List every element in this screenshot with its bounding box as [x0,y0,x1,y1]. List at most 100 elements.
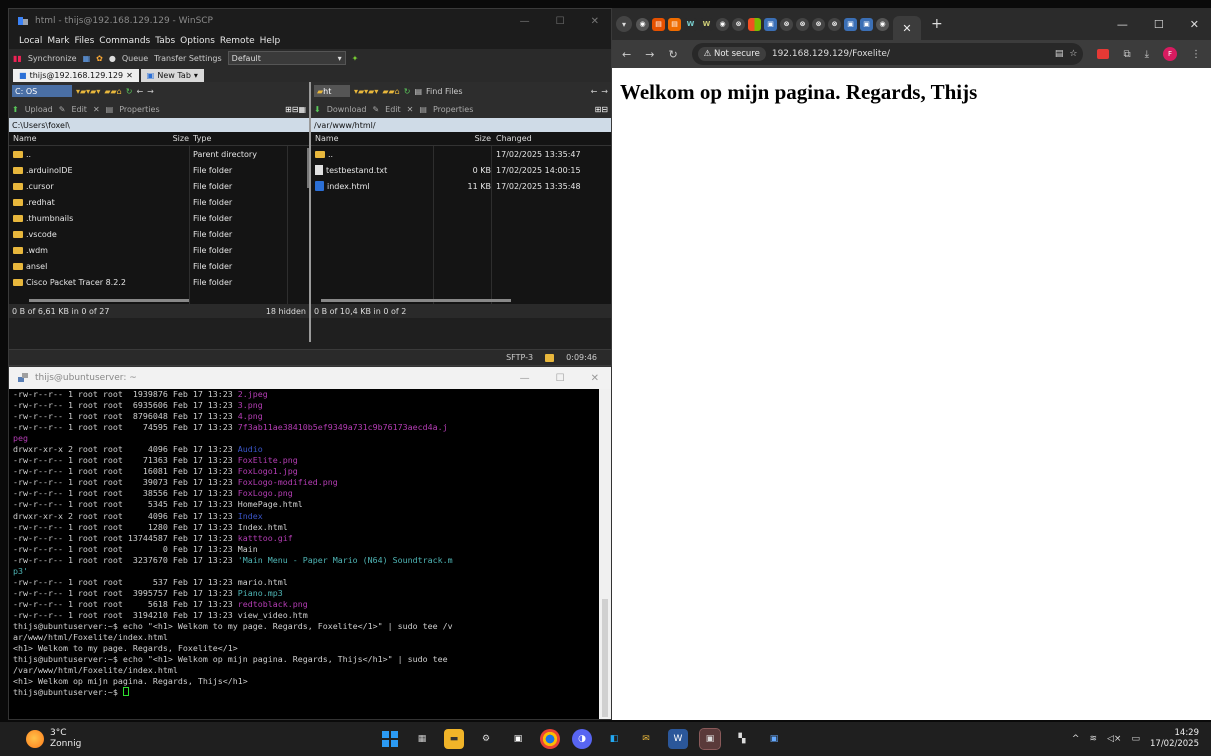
vscode-icon[interactable]: ◧ [604,729,624,749]
transfer-settings-select[interactable]: Default ▾ [227,51,346,65]
globe-tab-icon[interactable]: ⊗ [828,17,841,31]
volume-icon[interactable]: ◁× [1107,734,1121,744]
local-hidden-count[interactable]: 18 hidden [266,307,306,316]
winscp-tab-icon[interactable]: ▣ [844,17,857,31]
delete-icon[interactable]: ✕ [93,105,100,114]
menu-mark[interactable]: Mark [47,36,69,46]
orange-tab-icon[interactable]: ▤ [668,17,681,31]
winscp-extra-icon[interactable]: ▣ [764,729,784,749]
edit-button[interactable]: Edit [385,105,401,114]
table-row[interactable]: .. 17/02/2025 13:35:47 [311,146,611,162]
wordpress-tab-icon[interactable]: W [700,17,713,31]
maximize-icon[interactable]: ☐ [556,16,565,27]
terminal-output[interactable]: -rw-r--r-- 1 root root 1939876 Feb 17 13… [13,389,597,719]
active-tab[interactable]: ✕ [893,16,921,40]
forward-icon[interactable]: → [147,87,154,96]
start-windows-icon[interactable] [380,729,400,749]
file-explorer-icon[interactable]: ▬ [444,729,464,749]
bookmark-star-icon[interactable]: ☆ [1069,49,1077,59]
winscp-tab-icon[interactable]: ▣ [764,17,777,31]
refresh-icon[interactable]: ↻ [404,87,411,96]
menu-options[interactable]: Options [180,36,215,46]
table-row[interactable]: .vscode File folder [9,226,309,242]
globe-tab-icon[interactable]: ⊗ [780,17,793,31]
extensions-puzzle-icon[interactable]: ⧉ [1123,49,1130,60]
new-folder-icon[interactable]: ⊞⊟▦ [285,105,306,114]
translate-icon[interactable]: ▤ [1055,49,1064,59]
chrome-tab-icon[interactable]: ◉ [636,17,649,31]
word-icon[interactable]: W [668,729,688,749]
minimize-icon[interactable]: — [1117,18,1128,31]
table-row[interactable]: testbestand.txt 0 KB 17/02/2025 14:00:15 [311,162,611,178]
close-icon[interactable]: ✕ [591,373,599,384]
weather-widget[interactable]: 3°C Zonnig [0,728,380,750]
lock-icon[interactable] [545,353,555,362]
terminal-scrollbar[interactable] [602,599,608,717]
url-text[interactable]: 192.168.129.129/Foxelite/ [772,49,1049,59]
table-row[interactable]: index.html 11 KB 17/02/2025 13:35:48 [311,178,611,194]
new-tab-button[interactable]: + [925,16,949,32]
preferences-icon[interactable]: ✿ [96,54,103,63]
synchronize-button[interactable]: Synchronize [28,54,77,63]
column-changed[interactable]: Changed [491,134,601,143]
putty-taskbar-icon[interactable]: ▚ [732,729,752,749]
column-size[interactable]: Size [159,134,189,143]
menu-local[interactable]: Local [19,36,42,46]
remote-horizontal-scrollbar[interactable] [321,299,511,302]
delete-icon[interactable]: ✕ [407,105,414,114]
menu-files[interactable]: Files [75,36,95,46]
menu-commands[interactable]: Commands [99,36,150,46]
table-row[interactable]: .thumbnails File folder [9,210,309,226]
column-type[interactable]: Type [189,134,289,143]
back-icon[interactable]: ← [622,48,631,61]
wordpress-tab-icon[interactable]: W [684,17,697,31]
minimize-icon[interactable]: — [520,16,530,27]
reload-icon[interactable]: ↻ [668,48,677,61]
table-row[interactable]: .. Parent directory [9,146,309,162]
local-drive-select[interactable]: C: OS [12,85,72,97]
forward-icon[interactable]: → [601,87,608,96]
chrome-icon[interactable] [540,729,560,749]
winscp-tab-icon[interactable]: ▣ [860,17,873,31]
store-icon[interactable]: ▣ [508,729,528,749]
maximize-icon[interactable]: ☐ [1154,18,1164,31]
close-icon[interactable]: ✕ [1190,18,1199,31]
tab-session[interactable]: ■ thijs@192.168.129.129 ✕ [13,69,139,82]
security-chip[interactable]: ⚠ Not secure [697,47,766,61]
download-button[interactable]: Download [327,105,367,114]
local-horizontal-scrollbar[interactable] [29,299,189,302]
chevron-up-icon[interactable]: ^ [1072,734,1080,744]
close-icon[interactable]: ✕ [126,71,133,80]
globe-tab-icon[interactable]: ⊗ [796,17,809,31]
extension-icon[interactable] [1097,49,1110,59]
back-icon[interactable]: ← [591,87,598,96]
microsoft-tab-icon[interactable] [748,17,761,31]
settings-gear-icon[interactable]: ⚙ [476,729,496,749]
globe-tab-icon[interactable]: ⊗ [812,17,825,31]
close-icon[interactable]: ✕ [902,22,911,35]
forward-icon[interactable]: → [645,48,654,61]
menu-help[interactable]: Help [260,36,281,46]
back-icon[interactable]: ← [136,87,143,96]
battery-icon[interactable]: ▭ [1131,734,1140,744]
chrome-tab-icon[interactable]: ◉ [876,17,889,31]
terminal-titlebar[interactable]: thijs@ubuntuserver: ~ — ☐ ✕ [9,367,611,389]
minimize-icon[interactable]: — [520,373,530,384]
find-files-button[interactable]: Find Files [426,87,463,96]
winscp-taskbar-icon[interactable]: ▣ [699,728,721,750]
column-name[interactable]: Name [9,134,159,143]
profile-avatar[interactable]: F [1163,47,1177,61]
table-row[interactable]: .wdm File folder [9,242,309,258]
bookmarks-icon[interactable]: ▰▰⌂ [382,87,399,96]
wifi-icon[interactable]: ≋ [1089,734,1097,744]
properties-button[interactable]: Properties [119,105,159,114]
winscp-titlebar[interactable]: html - thijs@192.168.129.129 - WinSCP — … [9,9,611,33]
refresh-icon[interactable]: ↻ [126,87,133,96]
close-icon[interactable]: ✕ [591,16,599,27]
remote-dir-select[interactable]: ▰ ht [314,85,350,97]
new-folder-icon[interactable]: ⊞⊟ [595,105,608,114]
remote-path-bar[interactable]: /var/www/html/ [311,118,611,132]
local-vertical-scrollbar[interactable] [307,148,309,188]
compare-icon[interactable]: ▦ [83,54,91,63]
table-row[interactable]: ansel File folder [9,258,309,274]
